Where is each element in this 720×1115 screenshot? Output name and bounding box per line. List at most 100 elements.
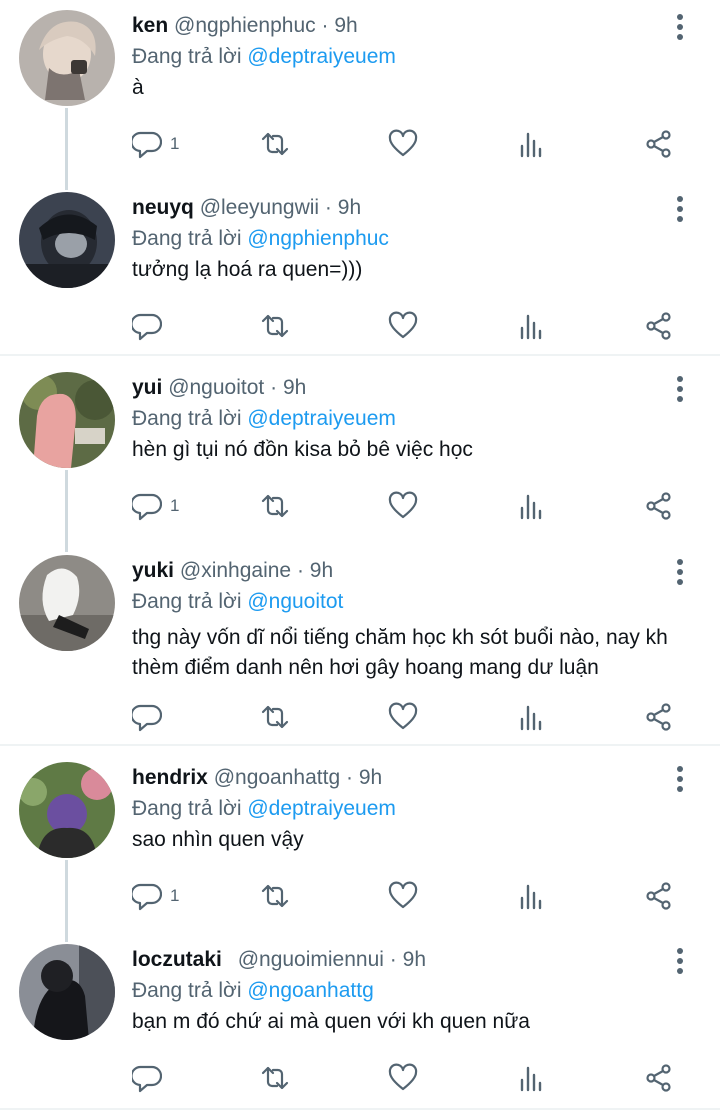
username[interactable]: @ngoanhattg — [214, 766, 340, 789]
more-vertical-icon[interactable] — [668, 557, 692, 587]
reply-button[interactable]: 1 — [132, 488, 179, 524]
separator-dot: · — [321, 14, 329, 37]
avatar-image — [19, 555, 115, 651]
timestamp[interactable]: 9h — [403, 948, 426, 971]
action-bar — [132, 1060, 692, 1096]
views-button[interactable] — [517, 1060, 547, 1096]
tweet[interactable]: ken @ngphienphuc · 9h Đang trả lời @dept… — [0, 0, 720, 180]
mention-link[interactable]: @deptraiyeuem — [247, 45, 396, 68]
more-vertical-icon[interactable] — [668, 12, 692, 42]
retweet-button[interactable] — [260, 1060, 290, 1096]
username[interactable]: @leeyungwii — [200, 196, 319, 219]
timestamp[interactable]: 9h — [338, 196, 361, 219]
timestamp[interactable]: 9h — [310, 559, 333, 582]
display-name[interactable]: neuyq — [132, 196, 194, 219]
tweet[interactable]: loczutaki @nguoimiennui · 9h Đang trả lờ… — [0, 934, 720, 1106]
heart-icon — [388, 129, 418, 157]
share-icon — [646, 703, 671, 731]
views-button[interactable] — [517, 308, 547, 344]
avatar[interactable] — [19, 372, 115, 468]
share-button[interactable] — [644, 308, 674, 344]
avatar-image — [19, 10, 115, 106]
retweet-icon — [261, 494, 289, 518]
display-name[interactable]: yuki — [132, 559, 174, 582]
like-button[interactable] — [388, 1060, 418, 1096]
timestamp[interactable]: 9h — [283, 376, 306, 399]
views-button[interactable] — [517, 126, 547, 162]
reply-button[interactable] — [132, 308, 170, 344]
replying-to: Đang trả lời @deptraiyeuem — [132, 43, 396, 71]
bar-chart-icon — [520, 132, 542, 158]
tweet-text: à — [132, 76, 144, 99]
reply-button[interactable] — [132, 1060, 170, 1096]
replying-to-label: Đang trả lời — [132, 590, 242, 613]
views-button[interactable] — [517, 488, 547, 524]
tweet-header: ken @ngphienphuc · 9h — [132, 12, 358, 40]
tweet[interactable]: yuki @xinhgaine · 9h Đang trả lời @nguoi… — [0, 545, 720, 740]
like-button[interactable] — [388, 488, 418, 524]
timestamp[interactable]: 9h — [359, 766, 382, 789]
tweet[interactable]: hendrix @ngoanhattg · 9h Đang trả lời @d… — [0, 752, 720, 932]
like-button[interactable] — [388, 126, 418, 162]
avatar-image — [19, 944, 115, 1040]
share-button[interactable] — [644, 878, 674, 914]
reply-icon — [132, 704, 162, 732]
avatar[interactable] — [19, 762, 115, 858]
bar-chart-icon — [520, 884, 542, 910]
mention-link[interactable]: @deptraiyeuem — [247, 797, 396, 820]
share-icon — [646, 130, 671, 158]
display-name[interactable]: hendrix — [132, 766, 208, 789]
replying-to-label: Đang trả lời — [132, 979, 242, 1002]
action-bar: 1 — [132, 488, 692, 524]
avatar[interactable] — [19, 555, 115, 651]
tweet-header: neuyq @leeyungwii · 9h — [132, 194, 361, 222]
username[interactable]: @nguoitot — [168, 376, 264, 399]
display-name[interactable]: ken — [132, 14, 168, 37]
mention-link[interactable]: @ngphienphuc — [247, 227, 389, 250]
like-button[interactable] — [388, 699, 418, 735]
heart-icon — [388, 311, 418, 339]
retweet-button[interactable] — [260, 488, 290, 524]
share-button[interactable] — [644, 699, 674, 735]
timestamp[interactable]: 9h — [334, 14, 357, 37]
separator-dot: · — [345, 766, 353, 789]
divider — [0, 354, 720, 356]
retweet-button[interactable] — [260, 126, 290, 162]
mention-link[interactable]: @nguoitot — [247, 590, 343, 613]
reply-button[interactable]: 1 — [132, 878, 179, 914]
mention-link[interactable]: @deptraiyeuem — [247, 407, 396, 430]
replying-to: Đang trả lời @ngoanhattg — [132, 977, 374, 1005]
retweet-button[interactable] — [260, 308, 290, 344]
more-vertical-icon[interactable] — [668, 946, 692, 976]
username[interactable]: @ngphienphuc — [174, 14, 316, 37]
avatar[interactable] — [19, 10, 115, 106]
display-name[interactable]: loczutaki — [132, 948, 222, 971]
username[interactable]: @xinhgaine — [180, 559, 291, 582]
retweet-button[interactable] — [260, 699, 290, 735]
reply-icon — [132, 131, 162, 159]
replying-to: Đang trả lời @deptraiyeuem — [132, 405, 396, 433]
retweet-icon — [261, 1066, 289, 1090]
reply-button[interactable]: 1 — [132, 126, 179, 162]
avatar[interactable] — [19, 944, 115, 1040]
more-vertical-icon[interactable] — [668, 194, 692, 224]
more-vertical-icon[interactable] — [668, 374, 692, 404]
share-button[interactable] — [644, 1060, 674, 1096]
tweet-text: tưởng lạ hoá ra quen=))) — [132, 258, 363, 281]
heart-icon — [388, 1063, 418, 1091]
tweet[interactable]: neuyq @leeyungwii · 9h Đang trả lời @ngp… — [0, 182, 720, 352]
display-name[interactable]: yui — [132, 376, 162, 399]
views-button[interactable] — [517, 878, 547, 914]
mention-link[interactable]: @ngoanhattg — [247, 979, 373, 1002]
reply-button[interactable] — [132, 699, 170, 735]
username[interactable]: @nguoimiennui — [238, 948, 384, 971]
share-button[interactable] — [644, 488, 674, 524]
retweet-button[interactable] — [260, 878, 290, 914]
avatar[interactable] — [19, 192, 115, 288]
views-button[interactable] — [517, 699, 547, 735]
more-vertical-icon[interactable] — [668, 764, 692, 794]
tweet[interactable]: yui @nguoitot · 9h Đang trả lời @deptrai… — [0, 362, 720, 542]
like-button[interactable] — [388, 878, 418, 914]
share-button[interactable] — [644, 126, 674, 162]
like-button[interactable] — [388, 308, 418, 344]
